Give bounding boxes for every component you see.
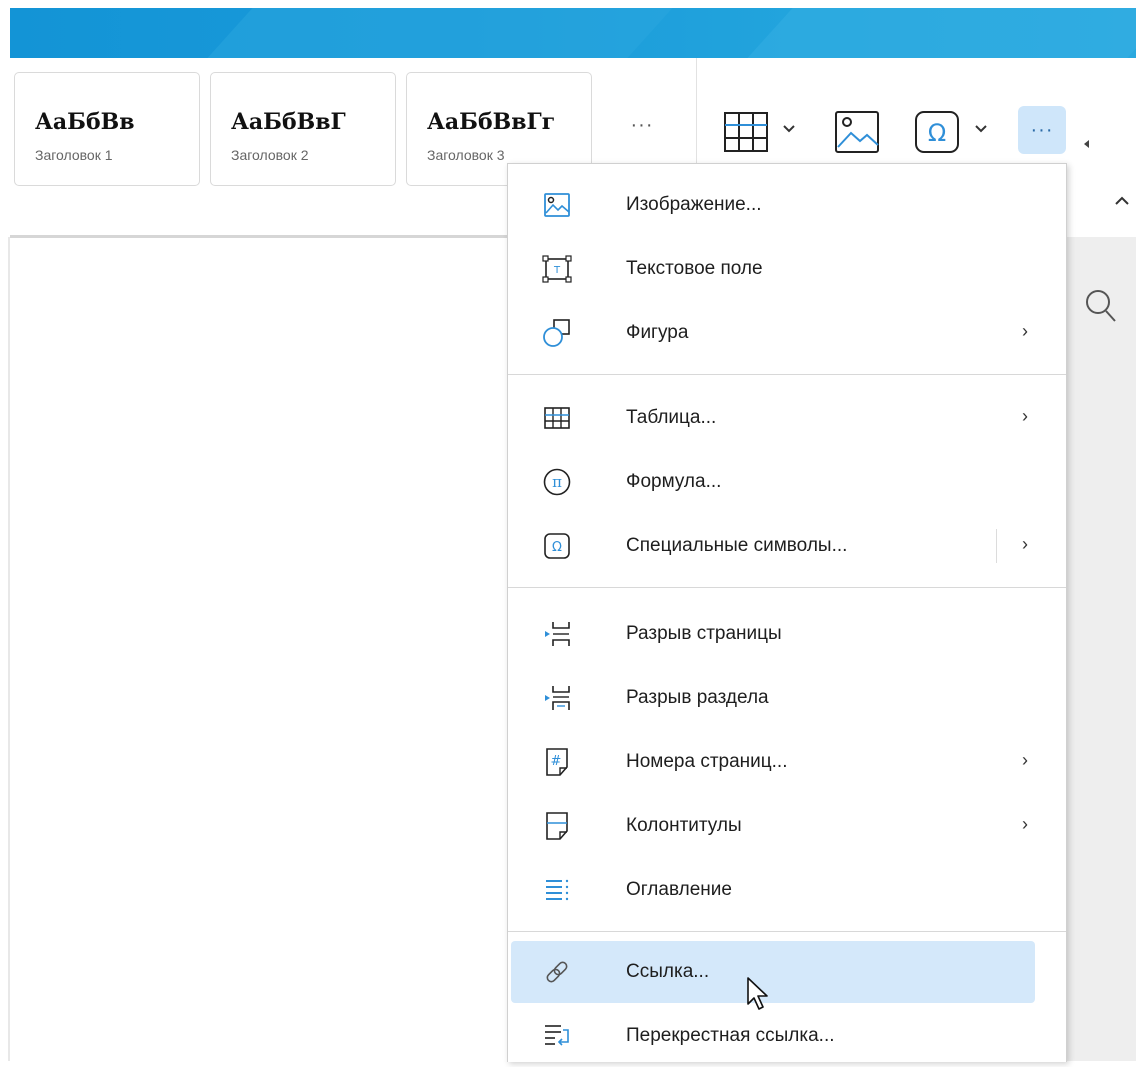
- menu-separator: [508, 374, 1066, 375]
- document-edge: [8, 237, 10, 1061]
- submenu-arrow-icon: ›: [1022, 750, 1028, 770]
- style-heading-2[interactable]: АаБбВвГ Заголовок 2: [210, 72, 396, 186]
- chevron-down-icon[interactable]: [974, 124, 988, 134]
- insert-symbol-button[interactable]: Ω: [912, 108, 962, 156]
- section-break-icon: [542, 683, 572, 713]
- insert-menu: Изображение... T Текстовое поле Фигура ›…: [507, 163, 1067, 1062]
- chevron-down-icon[interactable]: [782, 124, 796, 134]
- menu-item-label: Разрыв страницы: [626, 623, 782, 644]
- svg-text:Ω: Ω: [928, 119, 946, 147]
- style-caption: Заголовок 1: [35, 147, 113, 163]
- style-heading-1[interactable]: АаБбВв Заголовок 1: [14, 72, 200, 186]
- style-caption: Заголовок 3: [427, 147, 505, 163]
- collapse-ribbon-icon[interactable]: [1114, 196, 1130, 206]
- submenu-arrow-icon: ›: [1022, 406, 1028, 426]
- submenu-arrow-icon: ›: [1022, 321, 1028, 341]
- image-icon: [835, 111, 879, 153]
- header-footer-icon: [542, 811, 572, 841]
- menu-item-table-of-contents[interactable]: Оглавление: [508, 859, 1066, 921]
- mouse-cursor-icon: [747, 977, 768, 1010]
- style-sample: АаБбВвГг: [427, 109, 556, 135]
- more-styles-button[interactable]: ···: [622, 114, 662, 144]
- page-numbers-icon: #: [542, 747, 572, 777]
- menu-item-section-break[interactable]: Разрыв раздела: [508, 667, 1066, 729]
- svg-text:#: #: [551, 754, 562, 769]
- style-sample: АаБбВвГ: [231, 109, 346, 135]
- menu-item-page-numbers[interactable]: # Номера страниц... ›: [508, 731, 1066, 793]
- menu-item-image[interactable]: Изображение...: [508, 174, 1066, 236]
- submenu-arrow-icon[interactable]: ›: [1022, 534, 1028, 555]
- text-box-icon: T: [542, 254, 572, 284]
- menu-item-formula[interactable]: π Формула...: [508, 451, 1066, 513]
- menu-item-special-symbols[interactable]: Ω Специальные символы... ›: [508, 515, 1066, 577]
- style-sample: АаБбВв: [35, 109, 135, 135]
- menu-item-shape[interactable]: Фигура ›: [508, 302, 1066, 364]
- menu-separator: [508, 587, 1066, 588]
- cross-reference-icon: [542, 1021, 572, 1051]
- scroll-left-icon[interactable]: [1084, 140, 1089, 148]
- menu-item-label: Изображение...: [626, 194, 762, 215]
- menu-item-label: Оглавление: [626, 879, 732, 900]
- more-insert-button[interactable]: ···: [1018, 106, 1066, 154]
- menu-item-header-footer[interactable]: Колонтитулы ›: [508, 795, 1066, 857]
- shape-icon: [542, 318, 572, 348]
- menu-item-label: Формула...: [626, 471, 722, 492]
- menu-item-label: Ссылка...: [626, 961, 710, 982]
- formula-icon: π: [542, 467, 572, 497]
- menu-item-label: Таблица...: [626, 407, 717, 428]
- menu-item-page-break[interactable]: Разрыв страницы: [508, 603, 1066, 665]
- split-divider: [996, 529, 997, 563]
- menu-item-table[interactable]: Таблица... ›: [508, 387, 1066, 449]
- menu-item-label: Колонтитулы: [626, 815, 742, 836]
- table-icon: [724, 112, 768, 152]
- image-icon: [542, 190, 572, 220]
- window-title-bar: [10, 8, 1136, 58]
- omega-icon: Ω: [915, 111, 959, 153]
- menu-item-label: Текстовое поле: [626, 258, 763, 279]
- omega-icon: Ω: [542, 531, 572, 561]
- menu-item-label: Номера страниц...: [626, 751, 788, 772]
- table-icon: [542, 403, 572, 433]
- link-icon: [542, 957, 572, 987]
- menu-item-cross-reference[interactable]: Перекрестная ссылка...: [508, 1005, 1066, 1067]
- insert-table-button[interactable]: [722, 110, 770, 154]
- svg-text:T: T: [553, 265, 561, 276]
- page-break-icon: [542, 619, 572, 649]
- search-icon[interactable]: [1084, 288, 1118, 324]
- menu-item-text-box[interactable]: T Текстовое поле: [508, 238, 1066, 300]
- menu-separator: [508, 931, 1066, 932]
- insert-image-button[interactable]: [832, 108, 882, 156]
- menu-item-link[interactable]: Ссылка...: [511, 941, 1035, 1003]
- menu-item-label: Перекрестная ссылка...: [626, 1025, 835, 1046]
- style-caption: Заголовок 2: [231, 147, 309, 163]
- submenu-arrow-icon: ›: [1022, 814, 1028, 834]
- svg-text:π: π: [552, 473, 562, 491]
- menu-item-label: Фигура: [626, 322, 689, 343]
- menu-item-label: Специальные символы...: [626, 535, 848, 556]
- menu-item-label: Разрыв раздела: [626, 687, 769, 708]
- toc-icon: [542, 875, 572, 905]
- svg-text:Ω: Ω: [552, 540, 562, 555]
